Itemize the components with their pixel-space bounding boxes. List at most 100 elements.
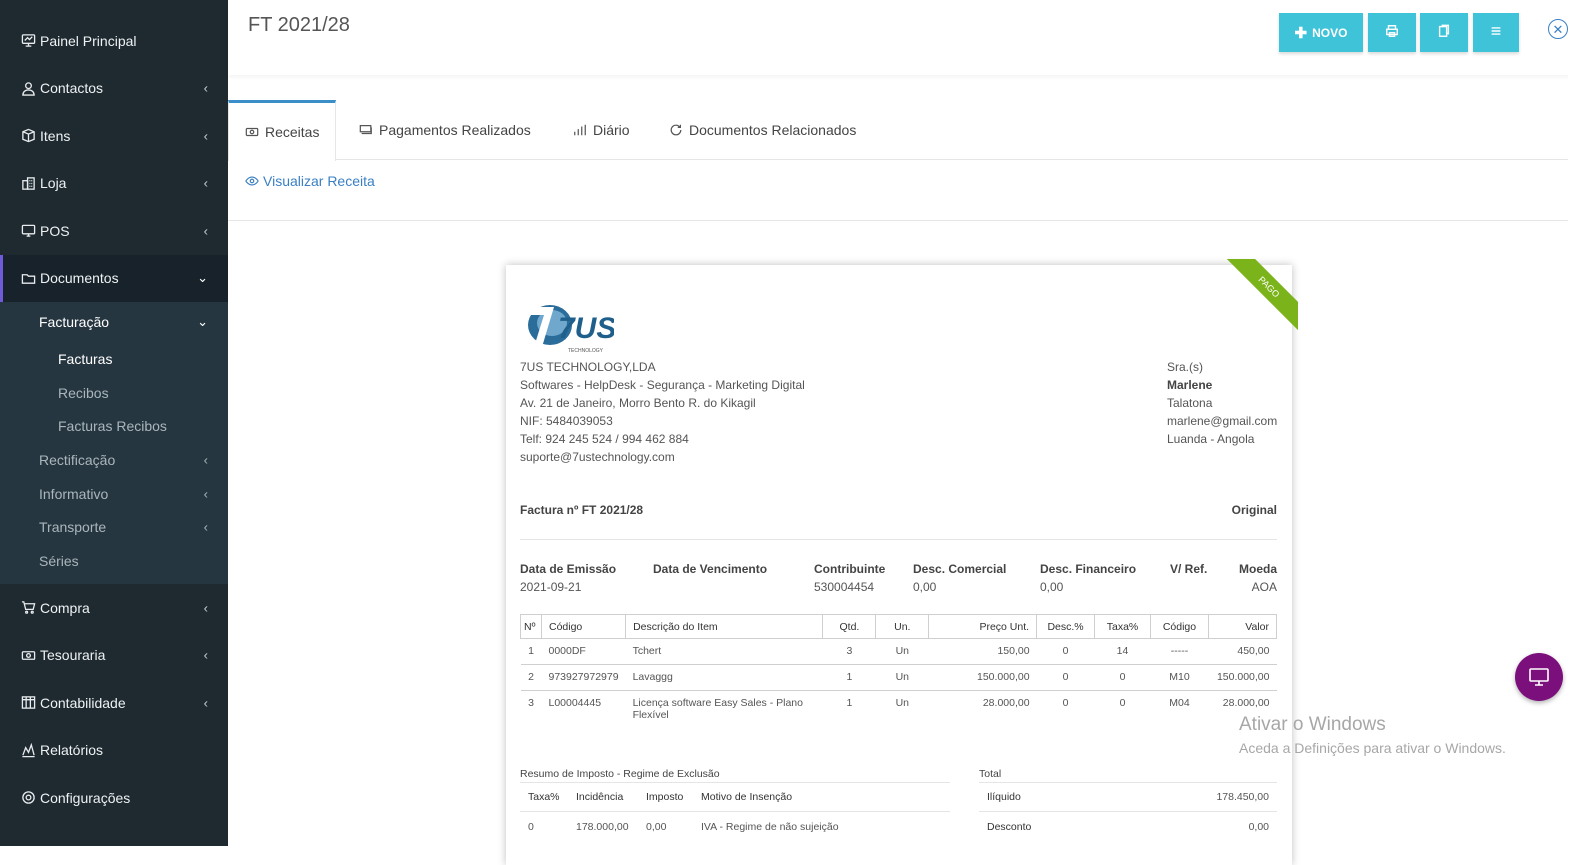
column-header: Nº — [520, 614, 542, 639]
sidebar-item-rectificacao[interactable]: Rectificação ‹ — [0, 443, 228, 477]
sidebar-item-facturacao[interactable]: Facturação ⌄ — [0, 302, 228, 342]
sidebar-item-transporte[interactable]: Transporte ‹ — [0, 510, 228, 544]
table-cell: 450,00 — [1208, 638, 1277, 665]
table-cell: Un — [875, 638, 929, 665]
table-row: 1 0000DF Tchert 3 Un 150,00 0 14 ----- 4… — [520, 638, 1277, 665]
chevron-left-icon: ‹ — [203, 80, 208, 96]
chevron-left-icon: ‹ — [203, 695, 208, 711]
column-header: Descrição do Item — [625, 614, 824, 639]
sidebar-item-informativo[interactable]: Informativo ‹ — [0, 477, 228, 511]
items-table: Nº Código Descrição do Item Qtd. Un. Pre… — [520, 614, 1278, 721]
tax-value: IVA - Regime de não sujeição — [701, 821, 839, 833]
print-icon — [1385, 24, 1399, 41]
ledger-icon — [20, 695, 36, 711]
table-cell: 0 — [1119, 697, 1126, 709]
sidebar-item-contactos[interactable]: Contactos ‹ — [0, 65, 228, 113]
meta-header: Moeda — [1239, 562, 1278, 576]
view-receipt-label: Visualizar Receita — [263, 173, 375, 189]
table-cell: 0 — [1094, 664, 1151, 691]
total-label: Ilíquido — [987, 791, 1021, 803]
money-icon — [245, 127, 259, 137]
sidebar-item-documentos[interactable]: Documentos ⌄ — [0, 254, 228, 302]
tab-documentos-relacionados[interactable]: Documentos Relacionados — [669, 100, 856, 160]
dashboard-icon — [20, 33, 36, 49]
table-cell: 1 — [846, 697, 853, 709]
sidebar-item-facturas-recibos[interactable]: Facturas Recibos — [0, 409, 228, 443]
sidebar-item-loja[interactable]: Loja ‹ — [0, 160, 228, 208]
column-header: Código — [540, 614, 627, 639]
sidebar-item-label: Contabilidade — [40, 694, 126, 711]
tab-label: Diário — [593, 122, 630, 138]
table-cell: M10 — [1150, 664, 1209, 691]
sidebar-item-painel-principal[interactable]: Painel Principal — [0, 17, 228, 65]
meta-header: Desc. Comercial — [913, 562, 1007, 576]
view-receipt-link[interactable]: Visualizar Receita — [245, 173, 375, 189]
meta-value: 2021-09-21 — [520, 580, 582, 594]
money-icon — [20, 647, 36, 663]
sidebar-item-label: Contactos — [40, 80, 104, 97]
tab-diario[interactable]: Diário — [573, 100, 630, 160]
scrollbar[interactable] — [1568, 0, 1582, 846]
sidebar-item-relatorios[interactable]: Relatórios — [0, 726, 228, 774]
monitor-icon — [20, 223, 36, 239]
client-city: Luanda - Angola — [1167, 432, 1255, 446]
sidebar-item-recibos[interactable]: Recibos — [0, 376, 228, 410]
table-cell: 150,00 — [928, 638, 1037, 665]
total-value: 178.450,00 — [1216, 791, 1269, 803]
remote-support-button[interactable] — [1515, 653, 1563, 701]
tab-label: Pagamentos Realizados — [379, 122, 531, 138]
new-button[interactable]: ✚ NOVO — [1279, 13, 1363, 52]
company-email: suporte@7ustechnology.com — [520, 450, 675, 464]
invoice-document: PAGO 7US TECHNOLOGY 7US TECHNOLOGY,LDA S… — [506, 259, 1298, 865]
tab-label: Receitas — [265, 124, 320, 140]
copy-icon — [1437, 24, 1451, 41]
logo-text: 7US — [558, 312, 614, 345]
divider — [228, 220, 1568, 221]
page-title: FT 2021/28 — [248, 14, 350, 36]
sidebar-item-tesouraria[interactable]: Tesouraria ‹ — [0, 631, 228, 679]
tab-receitas[interactable]: Receitas — [228, 100, 337, 161]
chevron-left-icon: ‹ — [203, 175, 208, 191]
sidebar-item-contabilidade[interactable]: Contabilidade ‹ — [0, 679, 228, 727]
sidebar-item-label: Transporte — [39, 519, 107, 536]
chevron-down-icon: ⌄ — [197, 314, 208, 329]
sidebar-item-compra[interactable]: Compra ‹ — [0, 584, 228, 632]
client-salutation: Sra.(s) — [1167, 360, 1203, 374]
menu-button[interactable] — [1473, 13, 1519, 52]
chart-icon — [20, 742, 36, 758]
meta-value: 0,00 — [1040, 580, 1064, 594]
client-name: Marlene — [1167, 378, 1213, 392]
company-name: 7US TECHNOLOGY,LDA — [520, 360, 656, 374]
table-cell: 0000DF — [541, 638, 626, 665]
sidebar-item-label: Tesouraria — [40, 647, 106, 664]
column-header: Un. — [875, 614, 930, 639]
sidebar-item-label: Loja — [40, 175, 67, 192]
sidebar-item-configuracoes[interactable]: Configurações — [0, 774, 228, 822]
tab-label: Documentos Relacionados — [689, 122, 857, 138]
sidebar-item-series[interactable]: Séries — [0, 544, 228, 578]
divider — [979, 782, 1277, 783]
copy-button[interactable] — [1420, 13, 1468, 52]
divider — [520, 539, 1277, 540]
table-cell: 1 — [822, 664, 876, 691]
sidebar-item-facturas[interactable]: Facturas — [0, 342, 228, 376]
divider — [520, 782, 950, 783]
print-button[interactable] — [1368, 13, 1416, 52]
tax-value: 0,00 — [646, 821, 667, 833]
chevron-left-icon: ‹ — [203, 519, 208, 535]
company-address: Av. 21 de Janeiro, Morro Bento R. do Kik… — [520, 396, 756, 410]
sidebar-item-pos[interactable]: POS ‹ — [0, 207, 228, 255]
company-nif: NIF: 5484039053 — [520, 414, 613, 428]
table-cell: 150.000,00 — [1208, 664, 1277, 691]
tax-header: Motivo de Insenção — [701, 791, 793, 803]
meta-header: V/ Ref. — [1170, 562, 1208, 576]
sidebar-item-itens[interactable]: Itens ‹ — [0, 112, 228, 160]
chevron-down-icon: ⌄ — [197, 270, 208, 286]
meta-value: AOA — [1251, 580, 1277, 594]
tab-pagamentos-realizados[interactable]: Pagamentos Realizados — [359, 100, 531, 160]
table-cell: 0 — [1062, 697, 1069, 709]
tax-summary-title: Resumo de Imposto - Regime de Exclusão — [520, 768, 720, 780]
close-icon[interactable]: ✕ — [1548, 19, 1568, 39]
table-cell: 0 — [1036, 638, 1095, 665]
column-header: Qtd. — [822, 614, 877, 639]
